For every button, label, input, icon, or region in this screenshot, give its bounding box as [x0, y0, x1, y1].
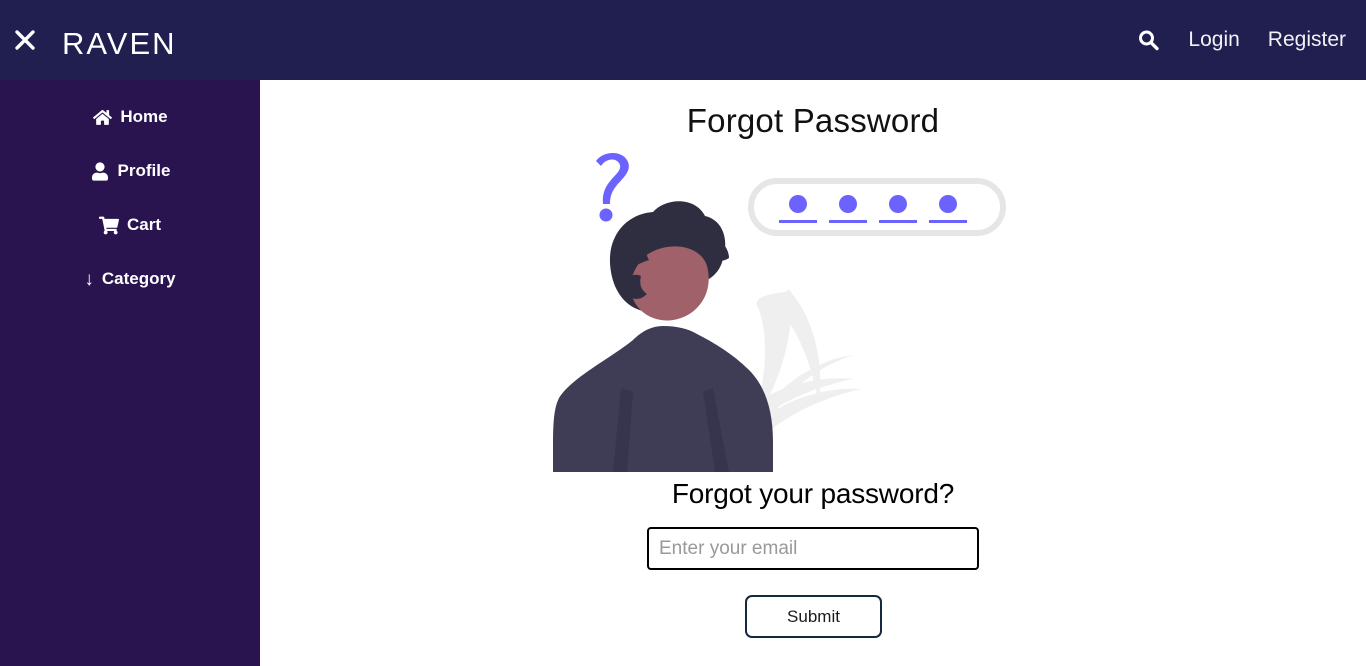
sidebar-item-profile[interactable]: Profile	[0, 156, 260, 186]
subtitle: Forgot your password?	[671, 478, 955, 509]
top-header: Raven Login Register	[0, 0, 1366, 80]
person-illustration	[553, 201, 773, 472]
home-icon	[92, 107, 112, 127]
shopping-cart-icon	[98, 215, 119, 235]
sidebar-item-label: Home	[120, 107, 168, 126]
sidebar: Home Profile Cart ↓ Category	[0, 80, 260, 666]
sidebar-item-cart[interactable]: Cart	[0, 210, 260, 240]
brand-logo[interactable]: Raven	[62, 18, 177, 62]
submit-button[interactable]: Submit	[745, 595, 882, 638]
page-root: Raven Login Register Home	[0, 0, 1366, 666]
email-field[interactable]	[647, 527, 979, 570]
user-icon	[90, 161, 110, 181]
header-nav: Login Register	[1136, 0, 1346, 80]
password-field-illustration	[748, 178, 1006, 236]
question-mark-icon	[596, 152, 629, 222]
close-x-icon[interactable]	[2, 17, 48, 63]
main-content: Forgot Password Forgot your password? En…	[260, 80, 1366, 666]
sidebar-item-label: Cart	[126, 215, 161, 234]
forgot-password-illustration	[553, 142, 1073, 472]
sidebar-item-category[interactable]: ↓ Category	[0, 264, 260, 294]
search-icon[interactable]	[1136, 28, 1160, 52]
arrow-down-icon: ↓	[84, 268, 94, 290]
register-link[interactable]: Register	[1268, 28, 1346, 52]
login-link[interactable]: Login	[1188, 28, 1239, 52]
sidebar-item-label: Profile	[117, 161, 171, 180]
sidebar-item-home[interactable]: Home	[0, 102, 260, 132]
page-title: Forgot Password	[686, 102, 940, 139]
sidebar-item-label: Category	[101, 269, 176, 288]
